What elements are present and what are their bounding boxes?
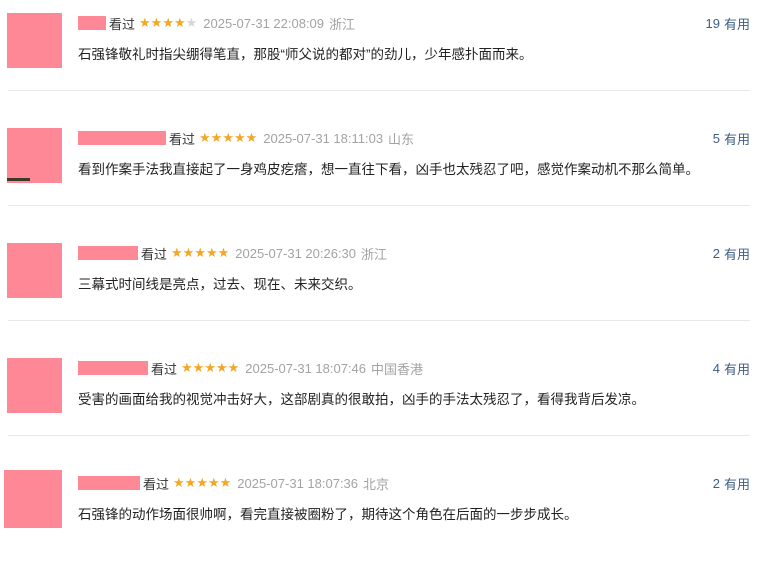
review-item: 看过 ★ ★ ★ ★ ★ 2025-07-31 18:11:03 山东 5 有用 看到作… <box>0 128 760 243</box>
useful-count: 2 <box>712 245 720 261</box>
review-meta: 看过 ★ ★ ★ ★ ★ 2025-07-31 18:11:03 山东 <box>78 128 414 148</box>
useful-label: 有用 <box>723 246 750 262</box>
star-filled-icon: ★ <box>192 360 205 375</box>
star-filled-icon: ★ <box>205 245 218 260</box>
review-item: 看过 ★ ★ ★ ★ ★ 2025-07-31 18:07:36 北京 2 有用 石强锋… <box>0 470 760 588</box>
star-filled-icon: ★ <box>171 245 183 260</box>
avatar[interactable] <box>7 358 62 413</box>
divider <box>8 435 750 436</box>
useful-button[interactable]: 2 有用 <box>713 243 750 263</box>
divider <box>8 205 750 206</box>
avatar[interactable] <box>7 243 62 298</box>
star-filled-icon: ★ <box>215 360 228 375</box>
useful-button[interactable]: 4 有用 <box>713 358 750 378</box>
review-content: 三幕式时间线是亮点，过去、现在、未来交织。 <box>78 277 362 292</box>
star-filled-icon: ★ <box>233 130 246 145</box>
review-location: 中国香港 <box>371 361 424 377</box>
useful-button[interactable]: 5 有用 <box>713 128 750 148</box>
watched-label: 看过 <box>141 246 168 262</box>
review-meta: 看过 ★ ★ ★ ★ ★ 2025-07-31 20:26:30 浙江 <box>78 243 387 263</box>
review-location: 北京 <box>363 476 390 492</box>
useful-button[interactable]: 19 有用 <box>706 13 750 33</box>
review-content: 受害的画面给我的视觉冲击好大，这部剧真的很敢拍，凶手的手法太残忍了，看得我背后发… <box>78 392 645 407</box>
star-filled-icon: ★ <box>210 130 223 145</box>
star-filled-icon: ★ <box>222 130 234 145</box>
review-location: 浙江 <box>329 16 356 32</box>
divider <box>8 320 750 321</box>
review-item: 看过 ★ ★ ★ ★ ★ 2025-07-31 22:08:09 浙江 19 有用 石强… <box>0 13 760 128</box>
review-item: 看过 ★ ★ ★ ★ ★ 2025-07-31 20:26:30 浙江 2 有用 三幕式… <box>0 243 760 358</box>
useful-label: 有用 <box>723 476 750 492</box>
review-time: 2025-07-31 18:11:03 <box>263 130 384 146</box>
divider <box>8 90 750 91</box>
review-item: 看过 ★ ★ ★ ★ ★ 2025-07-31 18:07:46 中国香港 4 有用 受… <box>0 358 760 473</box>
avatar[interactable] <box>4 470 62 528</box>
useful-label: 有用 <box>723 131 750 147</box>
useful-count: 19 <box>705 15 720 31</box>
star-filled-icon: ★ <box>194 245 206 260</box>
avatar[interactable] <box>7 13 62 68</box>
useful-label: 有用 <box>723 361 750 377</box>
review-location: 山东 <box>388 131 415 147</box>
review-meta: 看过 ★ ★ ★ ★ ★ 2025-07-31 18:07:36 北京 <box>78 473 389 493</box>
review-content: 石强锋的动作场面很帅啊，看完直接被圈粉了，期待这个角色在后面的一步步成长。 <box>78 507 578 522</box>
star-empty-icon: ★ <box>185 15 198 30</box>
rating-stars: ★ ★ ★ ★ ★ <box>171 245 229 261</box>
review-time: 2025-07-31 18:07:36 <box>237 475 359 491</box>
star-filled-icon: ★ <box>182 245 195 260</box>
watched-label: 看过 <box>109 16 136 32</box>
username-link[interactable] <box>78 361 148 375</box>
star-filled-icon: ★ <box>181 360 193 375</box>
review-meta: 看过 ★ ★ ★ ★ ★ 2025-07-31 18:07:46 中国香港 <box>78 358 423 378</box>
username-link[interactable] <box>78 476 140 490</box>
review-time: 2025-07-31 20:26:30 <box>235 245 357 261</box>
star-filled-icon: ★ <box>173 15 186 30</box>
rating-stars: ★ ★ ★ ★ ★ <box>181 360 239 376</box>
star-filled-icon: ★ <box>184 475 197 490</box>
watched-label: 看过 <box>143 476 170 492</box>
username-link[interactable] <box>78 16 106 30</box>
username-link[interactable] <box>78 246 138 260</box>
star-filled-icon: ★ <box>227 360 240 375</box>
star-filled-icon: ★ <box>217 245 230 260</box>
useful-count: 2 <box>712 475 720 491</box>
useful-count: 5 <box>712 130 720 146</box>
review-location: 浙江 <box>361 246 388 262</box>
star-filled-icon: ★ <box>139 15 151 30</box>
rating-stars: ★ ★ ★ ★ ★ <box>173 475 231 491</box>
watched-label: 看过 <box>169 131 196 147</box>
useful-label: 有用 <box>723 16 750 32</box>
star-filled-icon: ★ <box>207 475 220 490</box>
watched-label: 看过 <box>151 361 178 377</box>
star-filled-icon: ★ <box>196 475 208 490</box>
review-time: 2025-07-31 18:07:46 <box>245 360 367 376</box>
rating-stars: ★ ★ ★ ★ ★ <box>199 130 257 146</box>
avatar-edge <box>7 178 30 181</box>
username-link[interactable] <box>78 131 166 145</box>
review-content: 石强锋敬礼时指尖绷得笔直，那股“师父说的都对”的劲儿，少年感扑面而来。 <box>78 47 533 62</box>
useful-count: 4 <box>712 360 720 376</box>
star-filled-icon: ★ <box>199 130 211 145</box>
star-filled-icon: ★ <box>204 360 216 375</box>
review-time: 2025-07-31 22:08:09 <box>203 15 325 31</box>
star-filled-icon: ★ <box>245 130 258 145</box>
review-meta: 看过 ★ ★ ★ ★ ★ 2025-07-31 22:08:09 浙江 <box>78 13 355 33</box>
useful-button[interactable]: 2 有用 <box>713 473 750 493</box>
avatar[interactable] <box>7 128 62 183</box>
rating-stars: ★ ★ ★ ★ ★ <box>139 15 197 31</box>
star-filled-icon: ★ <box>150 15 163 30</box>
review-content: 看到作案手法我直接起了一身鸡皮疙瘩，想一直往下看，凶手也太残忍了吧，感觉作案动机… <box>78 162 699 177</box>
review-list: 看过 ★ ★ ★ ★ ★ 2025-07-31 22:08:09 浙江 19 有用 石强… <box>0 0 760 533</box>
star-filled-icon: ★ <box>162 15 174 30</box>
star-filled-icon: ★ <box>173 475 185 490</box>
star-filled-icon: ★ <box>219 475 232 490</box>
